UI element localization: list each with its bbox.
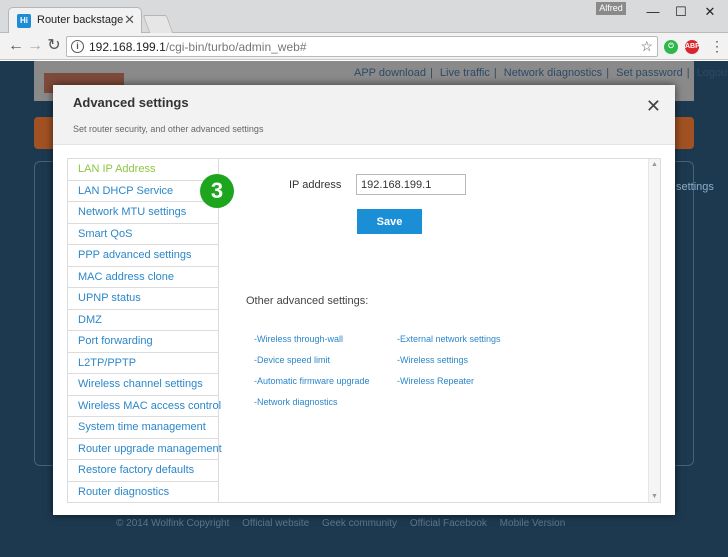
dialog-header: Advanced settings Set router security, a… — [53, 85, 675, 145]
window-close-icon[interactable]: ✕ — [697, 3, 723, 21]
new-tab-button[interactable] — [142, 15, 174, 33]
save-button[interactable]: Save — [357, 209, 422, 234]
maximize-icon[interactable]: ☐ — [668, 3, 694, 21]
step-number-badge: 3 — [200, 174, 234, 208]
settings-side-menu: LAN IP Address LAN DHCP Service Network … — [67, 158, 222, 504]
sidebar-item-ppp-advanced-settings[interactable]: PPP advanced settings — [68, 245, 218, 267]
ip-address-label: IP address — [289, 179, 342, 191]
bg-link-logout[interactable]: Logout — [697, 67, 728, 79]
star-icon[interactable]: ☆ — [640, 38, 653, 55]
tab-title: Router backstage — [37, 14, 124, 26]
sidebar-item-mac-address-clone[interactable]: MAC address clone — [68, 267, 218, 288]
settings-content-panel: IP address Save Other advanced settings:… — [219, 158, 661, 503]
sidebar-item-lan-dhcp-service[interactable]: LAN DHCP Service — [68, 181, 218, 202]
browser-toolbar: ← → ↻ i 192.168.199.1/cgi-bin/turbo/admi… — [0, 33, 728, 60]
sidebar-item-router-upgrade-management[interactable]: Router upgrade management — [68, 439, 222, 460]
adblock-extension-icon[interactable]: ABP — [685, 40, 700, 54]
browser-tab[interactable]: Hi Router backstage ✕ — [8, 7, 142, 34]
sidebar-item-network-mtu-settings[interactable]: Network MTU settings — [68, 202, 218, 224]
link-network-diagnostics[interactable]: -Network diagnostics — [254, 397, 338, 407]
link-device-speed-limit[interactable]: -Device speed limit — [254, 355, 330, 365]
link-external-network-settings[interactable]: -External network settings — [397, 334, 501, 344]
footer-mobile-version[interactable]: Mobile Version — [500, 518, 566, 529]
sidebar-item-smart-qos[interactable]: Smart QoS — [68, 224, 218, 245]
bg-link-live-traffic[interactable]: Live traffic — [440, 67, 490, 79]
browser-titlebar: Hi Router backstage ✕ Alfred — ☐ ✕ — [0, 0, 728, 34]
advanced-settings-dialog: Advanced settings Set router security, a… — [53, 85, 675, 515]
reload-icon[interactable]: ↻ — [44, 37, 64, 57]
scroll-up-icon[interactable]: ▲ — [651, 161, 658, 168]
url-text: 192.168.199.1/cgi-bin/turbo/admin_web# — [89, 40, 307, 54]
minimize-icon[interactable]: — — [640, 3, 666, 21]
content-scrollbar[interactable]: ▲ ▼ — [648, 159, 660, 502]
close-icon[interactable]: ✕ — [646, 97, 661, 115]
sidebar-item-upnp-status[interactable]: UPNP status — [68, 288, 218, 310]
scroll-down-icon[interactable]: ▼ — [651, 493, 658, 500]
header-links: APP download | Live traffic | Network diag… — [350, 67, 728, 79]
sidebar-item-lan-ip-address[interactable]: LAN IP Address — [68, 159, 218, 181]
info-icon[interactable]: i — [71, 40, 84, 53]
profile-badge[interactable]: Alfred — [596, 2, 626, 15]
link-wireless-settings[interactable]: -Wireless settings — [397, 355, 468, 365]
power-extension-icon[interactable]: ⏻ — [664, 40, 678, 54]
sidebar-item-l2tp-pptp[interactable]: L2TP/PPTP — [68, 353, 218, 374]
link-automatic-firmware-upgrade[interactable]: -Automatic firmware upgrade — [254, 376, 370, 386]
back-arrow-icon[interactable]: ← — [6, 37, 26, 57]
url-path: /cgi-bin/turbo/admin_web# — [165, 40, 307, 54]
bg-link-network-diagnostics[interactable]: Network diagnostics — [504, 67, 602, 79]
link-wireless-repeater[interactable]: -Wireless Repeater — [397, 376, 474, 386]
footer-official-facebook[interactable]: Official Facebook — [410, 518, 487, 529]
footer-copyright: © 2014 Wolfink Copyright — [116, 518, 230, 529]
sidebar-item-router-diagnostics[interactable]: Router diagnostics — [68, 482, 218, 504]
sidebar-item-port-forwarding[interactable]: Port forwarding — [68, 331, 218, 353]
dialog-title: Advanced settings — [73, 95, 189, 110]
sidebar-item-system-time-management[interactable]: System time management — [68, 417, 218, 439]
url-host: 192.168.199.1 — [89, 40, 166, 54]
address-bar[interactable]: i 192.168.199.1/cgi-bin/turbo/admin_web#… — [66, 36, 658, 57]
forward-arrow-icon[interactable]: → — [25, 37, 45, 57]
dialog-subtitle: Set router security, and other advanced … — [73, 124, 264, 134]
tab-close-icon[interactable]: ✕ — [124, 12, 135, 28]
sidebar-item-wireless-mac-access-control[interactable]: Wireless MAC access control — [68, 396, 221, 417]
menu-icon[interactable]: ⋮ — [710, 38, 724, 54]
footer-official-website[interactable]: Official website — [242, 518, 309, 529]
other-advanced-settings-title: Other advanced settings: — [246, 295, 369, 307]
footer-geek-community[interactable]: Geek community — [322, 518, 397, 529]
sidebar-item-wireless-channel-settings[interactable]: Wireless channel settings — [68, 374, 218, 396]
link-wireless-through-wall[interactable]: -Wireless through-wall — [254, 334, 343, 344]
sidebar-item-dmz[interactable]: DMZ — [68, 310, 218, 331]
ip-address-input[interactable] — [356, 174, 466, 195]
bg-footer: © 2014 Wolfink Copyright Official websit… — [116, 518, 575, 529]
bg-link-set-password[interactable]: Set password — [616, 67, 683, 79]
router-favicon-icon: Hi — [17, 14, 31, 28]
bg-link-app-download[interactable]: APP download — [354, 67, 426, 79]
sidebar-item-restore-factory-defaults[interactable]: Restore factory defaults — [68, 460, 218, 482]
bg-settings-text: settings — [676, 181, 714, 193]
